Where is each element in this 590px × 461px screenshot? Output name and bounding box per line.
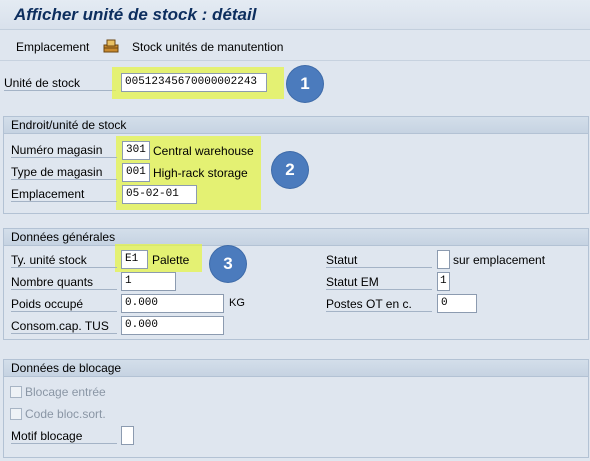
statut-field[interactable] xyxy=(437,250,450,269)
numero-magasin-label: Numéro magasin xyxy=(11,143,117,158)
postes-ot-field[interactable]: 0 xyxy=(437,294,477,313)
statut-em-field[interactable]: 1 xyxy=(437,272,450,291)
callout-badge-2: 2 xyxy=(272,152,308,188)
nombre-quants-label: Nombre quants xyxy=(11,275,117,290)
stock-handling-units-icon[interactable] xyxy=(103,39,119,53)
type-magasin-label: Type de magasin xyxy=(11,165,117,180)
toolbar: Emplacement Stock unités de manutention xyxy=(0,31,590,61)
blocage-entree-label: Blocage entrée xyxy=(25,385,106,399)
emplacement-field[interactable]: 05-02-01 xyxy=(122,185,197,204)
motif-blocage-label: Motif blocage xyxy=(11,429,117,444)
postes-ot-label: Postes OT en c. xyxy=(326,297,432,312)
stock-handling-units-button[interactable]: Stock unités de manutention xyxy=(132,40,283,54)
callout-badge-1: 1 xyxy=(287,66,323,102)
unite-stock-field[interactable]: 00512345670000002243 xyxy=(121,73,267,92)
group-generales-header: Données générales xyxy=(4,229,588,246)
poids-label: Poids occupé xyxy=(11,297,117,312)
unite-stock-label: Unité de stock xyxy=(4,76,116,91)
callout-badge-3: 3 xyxy=(210,246,246,282)
group-endroit-header: Endroit/unité de stock xyxy=(4,117,588,134)
numero-magasin-field[interactable]: 301 xyxy=(122,141,150,160)
code-bloc-sort-checkbox[interactable] xyxy=(10,408,22,420)
type-magasin-field[interactable]: 001 xyxy=(122,163,150,182)
ty-unite-label: Ty. unité stock xyxy=(11,253,117,268)
title-bar: Afficher unité de stock : détail xyxy=(0,0,590,30)
poids-field[interactable]: 0.000 xyxy=(121,294,224,313)
poids-unit: KG xyxy=(229,297,245,309)
nombre-quants-field[interactable]: 1 xyxy=(121,272,176,291)
type-magasin-text: High-rack storage xyxy=(153,166,248,180)
emplacement-button[interactable]: Emplacement xyxy=(16,40,89,54)
statut-em-label: Statut EM xyxy=(326,275,432,290)
group-blocage-header: Données de blocage xyxy=(4,360,588,377)
code-bloc-sort-label: Code bloc.sort. xyxy=(25,407,106,421)
consom-label: Consom.cap. TUS xyxy=(11,319,117,334)
statut-label: Statut xyxy=(326,253,432,268)
blocage-entree-checkbox[interactable] xyxy=(10,386,22,398)
ty-unite-text: Palette xyxy=(152,253,190,267)
page-title: Afficher unité de stock : détail xyxy=(14,5,257,24)
numero-magasin-text: Central warehouse xyxy=(153,144,254,158)
statut-text: sur emplacement xyxy=(453,253,546,267)
motif-blocage-field[interactable] xyxy=(121,426,134,445)
emplacement-label: Emplacement xyxy=(11,187,117,202)
consom-field[interactable]: 0.000 xyxy=(121,316,224,335)
ty-unite-field[interactable]: E1 xyxy=(121,250,148,269)
